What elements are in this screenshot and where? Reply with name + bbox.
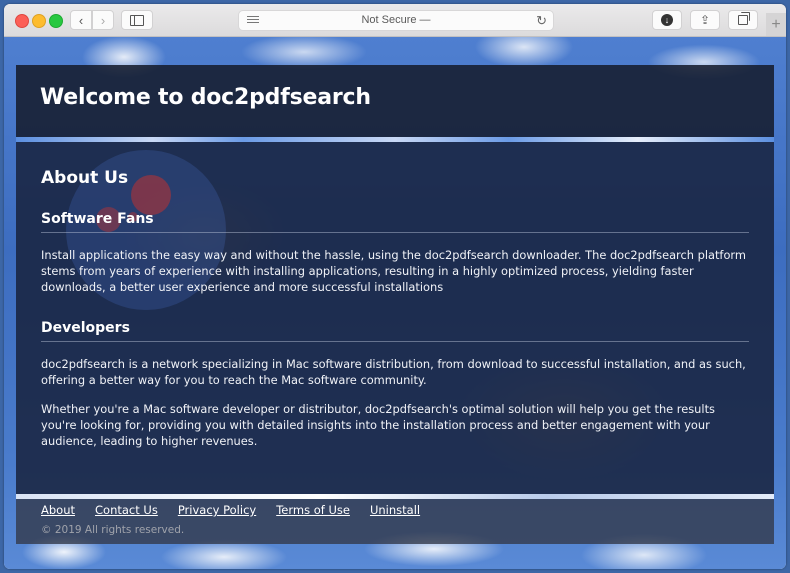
browser-window: ‹ › Not Secure — ↻ ↓ ⇪ + Welcome to doc2…	[4, 4, 786, 569]
reload-icon[interactable]: ↻	[536, 13, 547, 29]
page-viewport: Welcome to doc2pdfsearch About Us Softwa…	[4, 37, 786, 569]
software-fans-paragraph: Install applications the easy way and wi…	[41, 248, 746, 294]
section-heading-software-fans: Software Fans	[41, 211, 749, 233]
chevron-right-icon: ›	[100, 12, 106, 28]
footer-link-about[interactable]: About	[41, 503, 75, 517]
developers-paragraph-1: doc2pdfsearch is a network specializing …	[41, 357, 746, 387]
copyright-text: © 2019 All rights reserved.	[41, 524, 185, 536]
share-button[interactable]: ⇪	[690, 10, 720, 30]
back-button[interactable]: ‹	[70, 10, 92, 30]
footer-link-contact-us[interactable]: Contact Us	[95, 503, 158, 517]
main-content-panel: About Us Software Fans Install applicati…	[16, 142, 774, 494]
address-text: Not Secure —	[361, 14, 431, 26]
chevron-left-icon: ‹	[78, 12, 84, 28]
site-header: Welcome to doc2pdfsearch	[16, 65, 774, 137]
forward-button[interactable]: ›	[92, 10, 114, 30]
show-tabs-button[interactable]	[728, 10, 758, 30]
site-footer: About Contact Us Privacy Policy Terms of…	[16, 499, 774, 544]
developers-paragraph-2: Whether you're a Mac software developer …	[41, 402, 715, 448]
footer-nav: About Contact Us Privacy Policy Terms of…	[41, 503, 440, 517]
footer-link-uninstall[interactable]: Uninstall	[370, 503, 420, 517]
browser-toolbar: ‹ › Not Secure — ↻ ↓ ⇪ +	[4, 4, 786, 37]
new-tab-button[interactable]: +	[766, 13, 786, 36]
maximize-window-button[interactable]	[49, 14, 63, 28]
address-bar[interactable]: Not Secure — ↻	[238, 10, 554, 31]
share-icon: ⇪	[699, 13, 711, 27]
download-icon: ↓	[661, 14, 673, 26]
tabs-overview-icon	[738, 12, 750, 25]
page-title: Welcome to doc2pdfsearch	[40, 85, 371, 110]
downloads-button[interactable]: ↓	[652, 10, 682, 30]
sidebar-icon	[130, 14, 144, 26]
minimize-window-button[interactable]	[32, 14, 46, 28]
close-window-button[interactable]	[15, 14, 29, 28]
footer-link-privacy-policy[interactable]: Privacy Policy	[178, 503, 256, 517]
footer-link-terms-of-use[interactable]: Terms of Use	[276, 503, 350, 517]
section-heading-developers: Developers	[41, 320, 749, 342]
about-us-heading: About Us	[41, 168, 129, 188]
decorative-dot	[131, 175, 171, 215]
plus-icon: +	[771, 15, 781, 33]
sidebar-toggle-button[interactable]	[121, 10, 153, 30]
